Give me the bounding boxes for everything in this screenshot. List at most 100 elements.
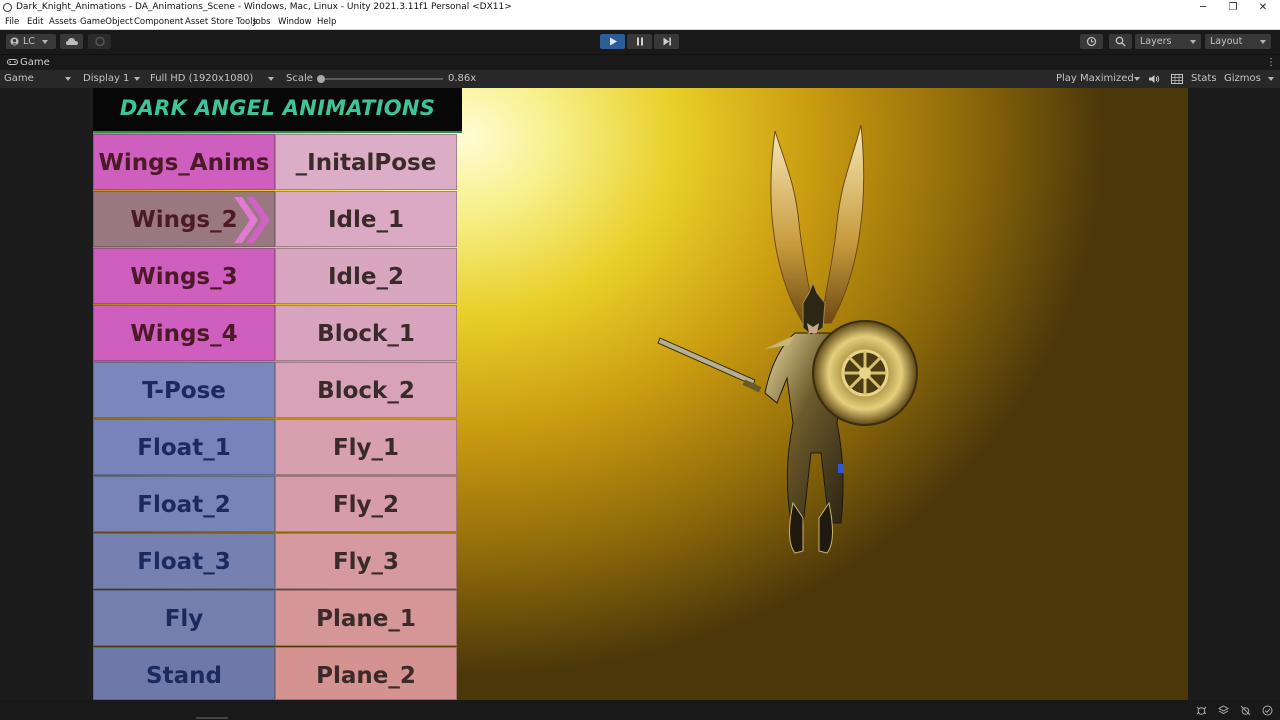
scale-value: 0.86x [448, 73, 477, 84]
play-mode-label: Play Maximized [1056, 73, 1134, 84]
window-title: Dark_Knight_Animations - DA_Animations_S… [16, 2, 512, 12]
layout-label: Layout [1210, 36, 1243, 47]
check-icon[interactable] [1262, 705, 1273, 716]
gizmos-dropdown[interactable]: Gizmos [1224, 70, 1261, 88]
menu-edit[interactable]: Edit [27, 15, 43, 29]
view-label: Game [4, 73, 34, 84]
layout-dropdown[interactable]: Layout [1205, 34, 1271, 49]
letterbox-right [1188, 88, 1280, 700]
resolution-dropdown[interactable]: Full HD (1920x1080) [150, 70, 253, 88]
menu-jobs[interactable]: Jobs [253, 15, 271, 29]
chevron-down-icon [1134, 77, 1140, 81]
chevron-down-icon [1260, 40, 1266, 44]
chevron-down-icon [1268, 77, 1274, 81]
layers-stack-icon[interactable] [1218, 705, 1229, 716]
chevron-down-icon [65, 77, 71, 81]
display-label: Display 1 [83, 73, 130, 84]
anim-button-plane-2[interactable]: Plane_2 [275, 647, 457, 700]
cloud-icon [65, 38, 78, 45]
account-dropdown[interactable]: LC [6, 34, 56, 49]
grid-icon[interactable] [1171, 74, 1183, 84]
layers-label: Layers [1140, 36, 1172, 47]
bug-off-icon[interactable] [1240, 705, 1251, 716]
game-view-bar: Game Display 1 Full HD (1920x1080) Scale… [0, 70, 1280, 88]
anim-button-stand[interactable]: Stand [93, 647, 275, 700]
play-maximized-dropdown[interactable]: Play Maximized [1056, 70, 1134, 88]
menu-file[interactable]: File [5, 15, 19, 29]
anim-button-fly-3[interactable]: Fly_3 [275, 533, 457, 589]
chevron-down-icon [1190, 40, 1196, 44]
step-button[interactable] [654, 34, 679, 49]
collab-button[interactable] [88, 34, 111, 49]
play-icon [609, 37, 617, 46]
step-icon [663, 37, 671, 46]
tab-strip: Game ⋮ [0, 54, 1280, 71]
tab-game-label: Game [20, 57, 50, 68]
account-icon [10, 37, 19, 46]
anim-button-wings-3[interactable]: Wings_3 [93, 248, 275, 304]
gamepad-icon [7, 59, 18, 65]
chevron-right-icon [234, 197, 270, 243]
history-button[interactable] [1080, 34, 1103, 49]
main-toolbar: LC Layers Layout [0, 30, 1280, 54]
stats-button[interactable]: Stats [1191, 70, 1217, 88]
chevron-down-icon [268, 77, 274, 81]
anim-button-label: Wings_2 [130, 207, 238, 233]
gizmos-label: Gizmos [1224, 73, 1261, 84]
anim-button-fly-1[interactable]: Fly_1 [275, 419, 457, 475]
play-button[interactable] [600, 34, 625, 49]
dark-angel-character [657, 124, 918, 554]
scale-slider-thumb[interactable] [317, 75, 325, 83]
anim-button-t-pose[interactable]: T-Pose [93, 362, 275, 418]
display-dropdown[interactable]: Display 1 [83, 70, 129, 88]
anim-button-wings-4[interactable]: Wings_4 [93, 305, 275, 361]
history-icon [1086, 36, 1097, 47]
layers-dropdown[interactable]: Layers [1135, 34, 1201, 49]
debug-icon[interactable] [1196, 705, 1207, 716]
menu-help[interactable]: Help [317, 15, 336, 29]
anim-button-idle-1[interactable]: Idle_1 [275, 191, 457, 247]
menu-gameobject[interactable]: GameObject [80, 15, 133, 29]
menu-bar: File Edit Assets GameObject Component As… [0, 15, 1280, 30]
anim-button-plane-1[interactable]: Plane_1 [275, 590, 457, 646]
banner-title: DARK ANGEL ANIMATIONS [119, 96, 436, 120]
menu-window[interactable]: Window [278, 15, 312, 29]
collab-icon [94, 36, 105, 47]
account-label: LC [23, 36, 35, 47]
anim-button-inital-pose[interactable]: _InitalPose [275, 134, 457, 190]
restore-button[interactable]: ❐ [1218, 0, 1248, 15]
search-icon [1115, 36, 1126, 47]
title-banner: DARK ANGEL ANIMATIONS [93, 88, 462, 133]
anim-button-fly-2[interactable]: Fly_2 [275, 476, 457, 532]
cloud-button[interactable] [60, 34, 83, 49]
pause-icon [636, 37, 643, 46]
view-dropdown[interactable]: Game [4, 70, 34, 88]
letterbox-left [0, 88, 93, 700]
close-window-button[interactable]: ✕ [1248, 0, 1278, 15]
anim-button-float-2[interactable]: Float_2 [93, 476, 275, 532]
window-title-bar: Dark_Knight_Animations - DA_Animations_S… [0, 0, 1280, 15]
chevron-down-icon [134, 77, 140, 81]
anim-button-float-3[interactable]: Float_3 [93, 533, 275, 589]
minimize-button[interactable]: ─ [1188, 0, 1218, 15]
anim-button-float-1[interactable]: Float_1 [93, 419, 275, 475]
anim-button-fly[interactable]: Fly [93, 590, 275, 646]
scale-label: Scale [286, 73, 313, 84]
anim-button-wings-2[interactable]: Wings_2 [93, 191, 275, 247]
kebab-menu-icon[interactable]: ⋮ [1266, 57, 1276, 69]
anim-button-idle-2[interactable]: Idle_2 [275, 248, 457, 304]
audio-icon[interactable] [1148, 74, 1160, 84]
resolution-label: Full HD (1920x1080) [150, 73, 254, 84]
unity-logo-icon [3, 3, 12, 12]
menu-component[interactable]: Component [134, 15, 183, 29]
search-button[interactable] [1109, 34, 1132, 49]
anim-button-block-1[interactable]: Block_1 [275, 305, 457, 361]
anim-button-wings-anims[interactable]: Wings_Anims [93, 134, 275, 190]
pause-button[interactable] [627, 34, 652, 49]
anim-button-block-2[interactable]: Block_2 [275, 362, 457, 418]
menu-asset-store-tools[interactable]: Asset Store Tools [185, 15, 257, 29]
tab-game[interactable]: Game [0, 55, 58, 71]
game-view[interactable]: DARK ANGEL ANIMATIONS Wings_Anims Wings_… [93, 88, 1188, 700]
menu-assets[interactable]: Assets [49, 15, 77, 29]
scale-slider-track[interactable] [321, 78, 443, 80]
